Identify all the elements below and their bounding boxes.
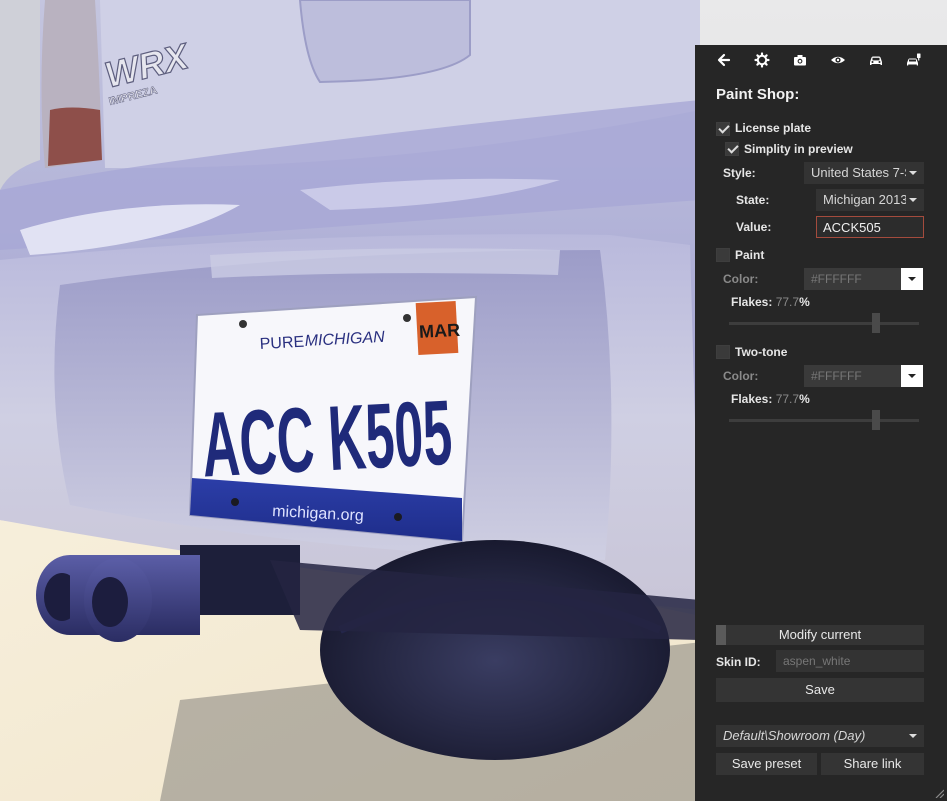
skin-id-label: Skin ID: <box>716 655 761 669</box>
two-tone-color-picker-button[interactable] <box>901 365 923 387</box>
paint-flakes-slider[interactable] <box>729 322 919 325</box>
two-tone-flakes-slider-thumb[interactable] <box>872 410 880 430</box>
showroom-dropdown[interactable]: Default\Showroom (Day) <box>716 725 924 747</box>
two-tone-flakes-value: 77.7 <box>775 392 800 406</box>
paint-flakes-slider-thumb[interactable] <box>872 313 880 333</box>
simplify-preview-checkbox[interactable] <box>725 142 739 156</box>
eye-icon[interactable] <box>827 50 849 70</box>
two-tone-color-value[interactable]: #FFFFFF <box>804 365 902 387</box>
license-plate-checkbox[interactable] <box>716 122 730 136</box>
two-tone-flakes-label: Flakes: 77.7% <box>731 392 810 406</box>
state-dropdown-value: Michigan 2013 <box>823 192 906 207</box>
paint-flakes-label-text: Flakes: <box>731 295 773 309</box>
modify-current-label: Modify current <box>778 627 862 642</box>
gear-icon[interactable] <box>751 50 773 70</box>
paint-flakes-value: 77.7 <box>775 295 800 309</box>
style-label: Style: <box>723 166 756 180</box>
two-tone-flakes-unit: % <box>799 392 810 406</box>
camera-icon[interactable] <box>789 50 811 70</box>
paint-flakes-unit: % <box>799 295 810 309</box>
license-plate: PURE MICHIGAN MAR ACC K505 michigan.org <box>188 295 478 543</box>
paint-shop-panel: Paint Shop: License plate Simplity in pr… <box>695 45 947 801</box>
car-paint-icon[interactable] <box>903 50 925 70</box>
paint-flakes-label: Flakes: 77.7% <box>731 295 810 309</box>
car-icon[interactable] <box>865 50 887 70</box>
resize-grip-icon[interactable] <box>934 788 944 798</box>
license-plate-label: License plate <box>735 121 812 135</box>
paint-color-value[interactable]: #FFFFFF <box>804 268 902 290</box>
two-tone-label: Two-tone <box>735 345 788 359</box>
paint-checkbox[interactable] <box>716 248 730 262</box>
paint-color-picker-button[interactable] <box>901 268 923 290</box>
plate-value-input[interactable] <box>816 216 924 238</box>
two-tone-color-label: Color: <box>723 369 759 383</box>
plate-value-label: Value: <box>736 220 772 234</box>
paint-label: Paint <box>735 248 765 262</box>
plate-brand-pure: PURE <box>259 334 304 353</box>
share-link-button[interactable]: Share link <box>821 753 924 775</box>
showroom-dropdown-value: Default\Showroom (Day) <box>723 728 866 743</box>
two-tone-checkbox[interactable] <box>716 345 730 359</box>
plate-sticker-month: MAR <box>419 320 461 342</box>
style-dropdown-value: United States 7-Seg <box>811 165 906 180</box>
back-arrow-icon[interactable] <box>713 50 735 70</box>
modify-current-button[interactable]: Modify current <box>716 625 924 645</box>
skin-id-input[interactable]: aspen_white <box>776 650 924 672</box>
paint-color-label: Color: <box>723 272 759 286</box>
state-dropdown[interactable]: Michigan 2013 <box>816 189 924 211</box>
simplify-preview-label: Simplity in preview <box>744 142 853 156</box>
plate-number: ACC K505 <box>200 382 455 497</box>
panel-title: Paint Shop: <box>716 86 800 103</box>
two-tone-flakes-label-text: Flakes: <box>731 392 773 406</box>
state-label: State: <box>736 193 770 207</box>
style-dropdown[interactable]: United States 7-Seg <box>804 162 924 184</box>
two-tone-flakes-slider[interactable] <box>729 419 919 422</box>
save-button[interactable]: Save <box>716 678 924 702</box>
save-preset-button[interactable]: Save preset <box>716 753 817 775</box>
